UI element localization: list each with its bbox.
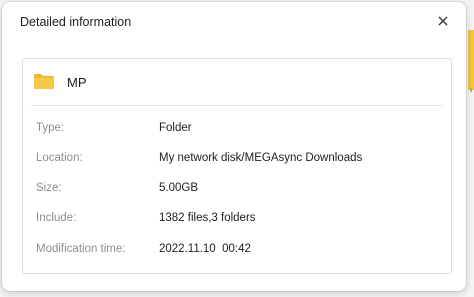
property-label: Location: xyxy=(36,152,83,164)
property-row-type: Type: Folder xyxy=(23,119,451,139)
item-header: MP xyxy=(23,59,451,105)
background-accent xyxy=(468,30,474,90)
property-row-location: Location: My network disk/MEGAsync Downl… xyxy=(23,149,451,169)
property-row-include: Include: 1382 files,3 folders xyxy=(23,209,451,229)
property-row-modification-time: Modification time: 2022.11.10 00:42 xyxy=(23,240,451,260)
property-value: 5.00GB xyxy=(159,182,198,194)
folder-icon xyxy=(34,74,54,89)
property-label: Include: xyxy=(36,212,77,224)
property-label: Modification time: xyxy=(36,243,126,255)
property-value: 2022.11.10 00:42 xyxy=(159,243,251,255)
property-value: 1382 files,3 folders xyxy=(159,212,256,224)
property-label: Size: xyxy=(36,182,62,194)
item-name: MP xyxy=(67,75,87,90)
close-button[interactable] xyxy=(434,12,452,30)
property-value: Folder xyxy=(159,122,192,134)
detailed-information-dialog: Detailed information MP Type: Folder Loc… xyxy=(2,2,466,291)
property-label: Type: xyxy=(36,122,65,134)
dialog-titlebar: Detailed information xyxy=(2,2,466,40)
dialog-title: Detailed information xyxy=(20,15,132,29)
divider xyxy=(31,105,443,106)
property-value: My network disk/MEGAsync Downloads xyxy=(159,152,363,164)
background-mark: › xyxy=(469,86,473,96)
property-row-size: Size: 5.00GB xyxy=(23,179,451,199)
close-icon xyxy=(438,16,448,26)
details-panel: MP Type: Folder Location: My network dis… xyxy=(22,58,452,274)
